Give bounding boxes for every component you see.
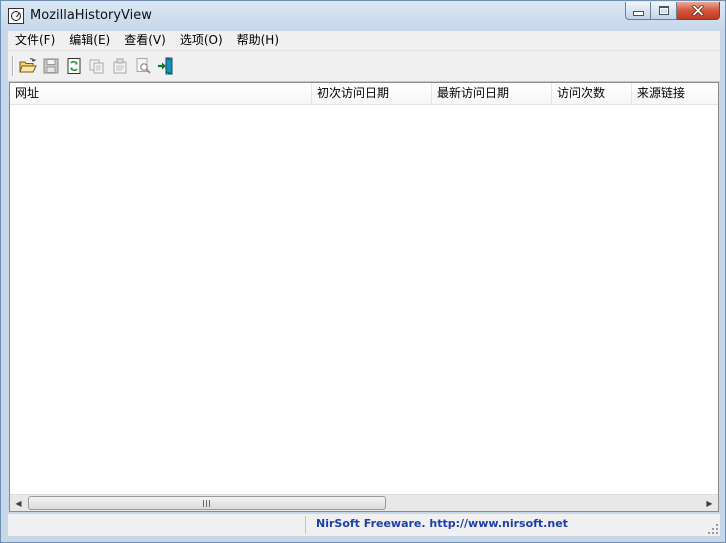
refresh-button[interactable] <box>64 56 84 76</box>
app-window: MozillaHistoryView 文件(F) 编辑(E) 查看(V) 选项(… <box>0 0 726 543</box>
status-bar: NirSoft Freeware. http://www.nirsoft.net <box>8 513 720 536</box>
app-clock-icon[interactable] <box>8 8 24 24</box>
close-icon <box>677 2 719 19</box>
find-button[interactable] <box>133 56 153 76</box>
horizontal-scrollbar[interactable]: ◀ ▶ <box>10 494 718 511</box>
properties-button[interactable] <box>110 56 130 76</box>
history-list[interactable]: 网址 初次访问日期 最新访问日期 访问次数 来源链接 ◀ ▶ <box>9 82 719 512</box>
menu-help[interactable]: 帮助(H) <box>230 31 286 50</box>
caption-buttons <box>625 2 720 20</box>
nirsoft-link[interactable]: NirSoft Freeware. http://www.nirsoft.net <box>316 517 568 530</box>
exit-door-icon <box>158 57 173 75</box>
column-header-url[interactable]: 网址 <box>10 83 312 104</box>
save-button[interactable] <box>41 56 61 76</box>
toolbar-grip <box>12 56 14 76</box>
column-header-referrer[interactable]: 来源链接 <box>632 83 718 104</box>
minimize-icon <box>626 2 650 19</box>
list-body[interactable] <box>10 105 718 496</box>
grip-icon <box>203 499 211 507</box>
chevron-right-icon: ▶ <box>706 498 713 508</box>
open-button[interactable] <box>18 56 38 76</box>
menu-edit[interactable]: 编辑(E) <box>62 31 117 50</box>
title-bar[interactable]: MozillaHistoryView <box>1 1 725 31</box>
save-disk-icon <box>43 58 59 74</box>
resize-grip-icon[interactable] <box>706 522 720 536</box>
refresh-icon <box>67 58 81 74</box>
list-header: 网址 初次访问日期 最新访问日期 访问次数 来源链接 <box>10 83 718 105</box>
column-header-visit-count[interactable]: 访问次数 <box>552 83 632 104</box>
menu-file[interactable]: 文件(F) <box>8 31 62 50</box>
toolbar <box>8 51 720 82</box>
exit-button[interactable] <box>156 56 176 76</box>
column-header-first-visit[interactable]: 初次访问日期 <box>312 83 432 104</box>
window-title: MozillaHistoryView <box>30 8 152 23</box>
menu-options[interactable]: 选项(O) <box>173 31 230 50</box>
scroll-thumb[interactable] <box>28 496 386 510</box>
scroll-right-button[interactable]: ▶ <box>701 495 718 511</box>
find-icon <box>136 58 151 74</box>
column-header-last-visit[interactable]: 最新访问日期 <box>432 83 552 104</box>
close-button[interactable] <box>677 2 720 20</box>
copy-button[interactable] <box>87 56 107 76</box>
maximize-icon <box>651 2 676 19</box>
menu-bar: 文件(F) 编辑(E) 查看(V) 选项(O) 帮助(H) <box>8 31 720 51</box>
status-panel-left <box>8 516 306 534</box>
scroll-left-button[interactable]: ◀ <box>10 495 27 511</box>
chevron-left-icon: ◀ <box>15 498 22 508</box>
menu-view[interactable]: 查看(V) <box>117 31 173 50</box>
properties-icon <box>113 58 127 74</box>
minimize-button[interactable] <box>625 2 651 20</box>
maximize-button[interactable] <box>651 2 677 20</box>
copy-icon <box>89 59 104 74</box>
open-folder-icon <box>19 58 37 73</box>
